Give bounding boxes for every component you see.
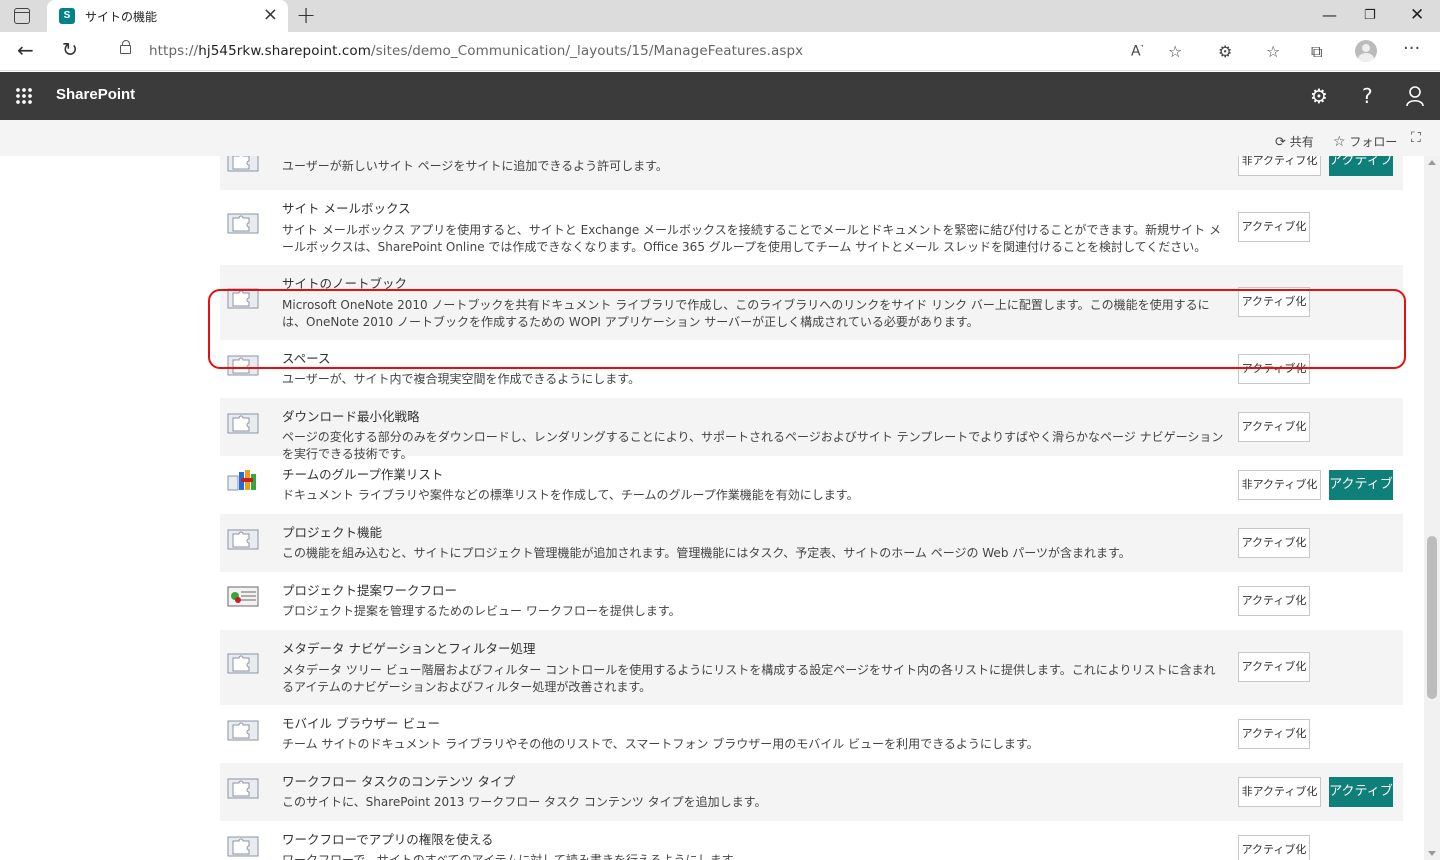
share-command[interactable]: ⟳ 共有 [1275, 133, 1314, 150]
follow-command[interactable]: ☆ フォロー [1333, 133, 1397, 150]
feature-description: プロジェクト提案を管理するためのレビュー ワークフローを提供します。 [282, 604, 681, 618]
activate-button[interactable]: アクティブ化 [1238, 835, 1310, 860]
more-menu-icon[interactable]: ··· [1403, 38, 1420, 59]
feature-row: プロジェクト提案ワークフロープロジェクト提案を管理するためのレビュー ワークフロ… [220, 572, 1403, 630]
feature-description: サイト メールボックス アプリを使用すると、サイトと Exchange メールボ… [282, 223, 1221, 254]
feature-description: このサイトに、SharePoint 2013 ワークフロー タスク コンテンツ … [282, 795, 767, 809]
minimize-icon[interactable]: — [1322, 6, 1337, 24]
add-favorite-icon[interactable]: ☆ [1168, 42, 1182, 61]
feature-puzzle-icon [227, 210, 259, 234]
feature-row: プロジェクト機能この機能を組み込むと、サイトにプロジェクト管理機能が追加されます… [220, 514, 1403, 572]
sharepoint-title[interactable]: SharePoint [56, 86, 135, 103]
lock-icon [120, 40, 131, 54]
browser-tab[interactable]: S サイトの機能 × [47, 0, 288, 32]
active-status-badge: アクティブ [1329, 470, 1393, 500]
close-window-icon[interactable]: ✕ [1410, 5, 1424, 25]
sharepoint-suite-bar: SharePoint ⚙ ? [0, 72, 1440, 120]
feature-row: ワークフローでアプリの権限を使えるワークフローで、サイトのすべてのアイテムに対し… [220, 821, 1403, 860]
feature-name: チームのグループ作業リスト [282, 467, 444, 482]
feature-row: ダウンロード最小化戦略 ページの変化する部分のみをダウンロードし、レンダリングする… [220, 398, 1403, 461]
deactivate-button[interactable]: 非アクティブ化 [1238, 470, 1321, 500]
star-icon: ☆ [1333, 134, 1346, 150]
tab-close-icon[interactable]: × [263, 5, 278, 25]
back-icon[interactable]: ← [17, 40, 34, 60]
scroll-thumb[interactable] [1427, 536, 1437, 699]
favorites-icon[interactable]: ☆ [1266, 42, 1280, 61]
help-icon[interactable]: ? [1362, 84, 1373, 108]
workflow-icon [227, 584, 259, 608]
scroll-down-icon[interactable] [1428, 851, 1436, 856]
feature-description: ドキュメント ライブラリや案件などの標準リストを作成して、チームのグループ作業機… [282, 488, 859, 502]
feature-puzzle-icon [227, 526, 259, 550]
feature-name: ダウンロード最小化戦略 [282, 409, 420, 424]
url-text: https://hj545rkw.sharepoint.com/sites/de… [149, 43, 804, 59]
feature-description: ワークフローで、サイトのすべてのアイテムに対して読み書きを行えるようにします。 [282, 853, 745, 860]
activate-button[interactable]: アクティブ化 [1238, 652, 1310, 682]
activate-button[interactable]: アクティブ化 [1238, 719, 1310, 749]
settings-gear-icon[interactable]: ⚙ [1310, 84, 1328, 108]
team-collab-icon [227, 468, 259, 492]
feature-row: モバイル ブラウザー ビューチーム サイトのドキュメント ライブラリやその他のリ… [220, 705, 1403, 763]
feature-name: プロジェクト機能 [282, 525, 383, 540]
feature-description: チーム サイトのドキュメント ライブラリやその他のリストで、スマートフォン ブラ… [282, 737, 1039, 751]
tab-title: サイトの機能 [85, 10, 158, 24]
feature-description: メタデータ ツリー ビュー階層およびフィルター コントロールを使用するようにリス… [282, 663, 1216, 694]
feature-puzzle-icon [227, 410, 259, 434]
feature-name: モバイル ブラウザー ビュー [282, 716, 440, 731]
feature-row: サイト メールボックスサイト メールボックス アプリを使用すると、サイトと Ex… [220, 190, 1403, 265]
activate-button[interactable]: アクティブ化 [1238, 586, 1310, 616]
tab-actions-icon[interactable] [14, 8, 30, 24]
feature-row: メタデータ ナビゲーションとフィルター処理メタデータ ツリー ビュー階層およびフ… [220, 630, 1403, 705]
feature-description: この機能を組み込むと、サイトにプロジェクト管理機能が追加されます。管理機能にはタ… [282, 546, 1131, 560]
address-bar-row: ← ↻ https://hj545rkw.sharepoint.com/site… [0, 32, 1440, 71]
collections-icon[interactable]: ⧉ [1311, 42, 1322, 62]
feature-puzzle-icon [227, 833, 259, 857]
activate-button[interactable]: アクティブ化 [1238, 412, 1310, 442]
extensions-icon[interactable]: ⚙ [1218, 42, 1232, 61]
feature-name: ワークフロー タスクのコンテンツ タイプ [282, 774, 515, 789]
manage-features-page: ユーザーが新しいサイト ページをサイトに追加できるよう許可します。 非アクティブ化… [0, 156, 1424, 860]
active-status-badge: アクティブ [1329, 777, 1393, 807]
feature-name: ワークフローでアプリの権限を使える [282, 832, 494, 847]
url-field[interactable]: https://hj545rkw.sharepoint.com/sites/de… [101, 36, 1201, 66]
active-status-badge: アクティブ [1329, 156, 1393, 176]
scroll-up-icon[interactable] [1428, 160, 1436, 165]
highlight-box [208, 289, 1406, 369]
feature-puzzle-icon [227, 156, 259, 172]
feature-name: プロジェクト提案ワークフロー [282, 583, 458, 598]
activate-button[interactable]: アクティブ化 [1238, 528, 1310, 558]
share-icon: ⟳ [1275, 135, 1286, 150]
feature-row: チームのグループ作業リストドキュメント ライブラリや案件などの標準リストを作成し… [220, 456, 1403, 514]
browser-tab-bar: S サイトの機能 × + — ❐ ✕ [0, 0, 1440, 32]
restore-icon[interactable]: ❐ [1364, 8, 1376, 23]
page-scrollbar[interactable] [1424, 156, 1440, 860]
account-icon[interactable] [1405, 85, 1425, 107]
refresh-icon[interactable]: ↻ [62, 40, 78, 60]
feature-puzzle-icon [227, 775, 259, 799]
feature-puzzle-icon [227, 717, 259, 741]
sharepoint-favicon-icon: S [59, 8, 75, 24]
feature-name: メタデータ ナビゲーションとフィルター処理 [282, 641, 536, 656]
focus-mode-icon[interactable]: ⛶ [1411, 130, 1421, 146]
profile-avatar[interactable] [1355, 40, 1377, 62]
new-tab-icon[interactable]: + [296, 3, 316, 27]
feature-name: サイト メールボックス [282, 201, 411, 216]
deactivate-button[interactable]: 非アクティブ化 [1238, 156, 1321, 176]
activate-button[interactable]: アクティブ化 [1238, 212, 1310, 242]
feature-puzzle-icon [227, 650, 259, 674]
feature-row: ワークフロー タスクのコンテンツ タイプこのサイトに、SharePoint 20… [220, 763, 1403, 821]
deactivate-button[interactable]: 非アクティブ化 [1238, 777, 1321, 807]
feature-description: ユーザーが、サイト内で複合現実空間を作成できるようにします。 [282, 372, 641, 386]
app-launcher-icon[interactable] [15, 87, 33, 105]
feature-row: ユーザーが新しいサイト ページをサイトに追加できるよう許可します。 非アクティブ化… [220, 156, 1403, 190]
read-aloud-icon[interactable]: Aᐩ [1131, 43, 1144, 60]
command-bar: ⟳ 共有 ☆ フォロー ⛶ [0, 120, 1440, 156]
feature-description: ユーザーが新しいサイト ページをサイトに追加できるよう許可します。 [282, 159, 668, 173]
